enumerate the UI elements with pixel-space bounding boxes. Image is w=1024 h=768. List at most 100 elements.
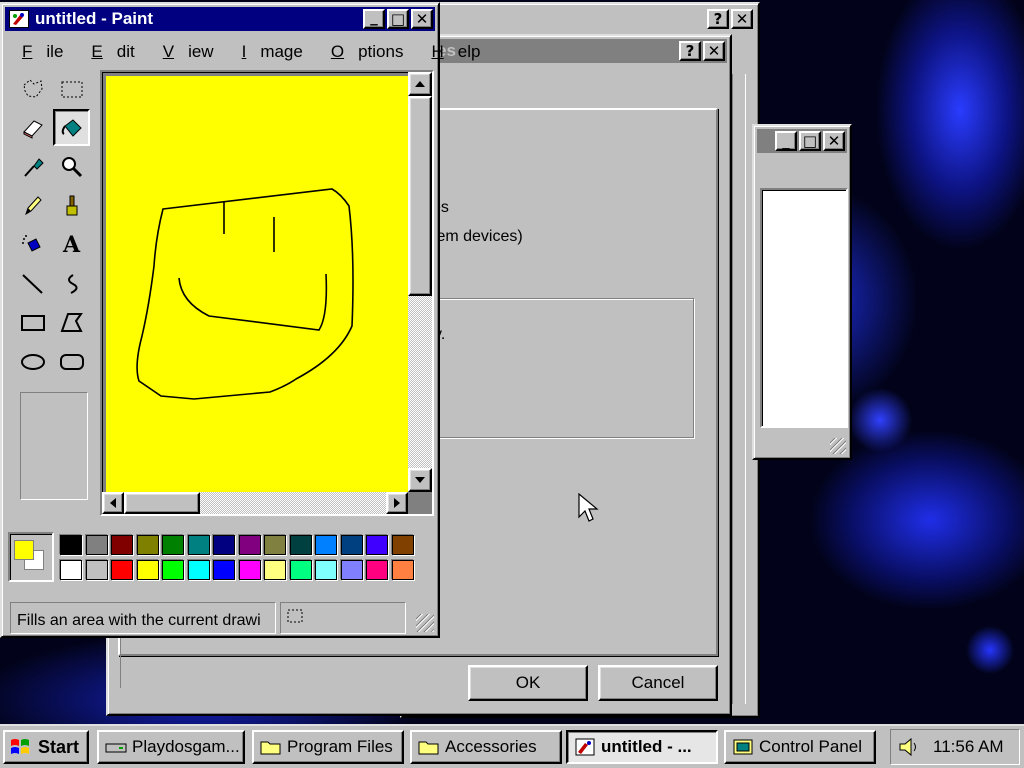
foreground-color-swatch[interactable] xyxy=(14,540,34,560)
palette-color-swatch[interactable] xyxy=(162,535,184,555)
tool-text[interactable]: A xyxy=(53,226,90,263)
menu-help[interactable]: Help xyxy=(417,42,494,62)
tool-fill-with-color[interactable] xyxy=(53,109,90,146)
dialog-text-line2: tem devices) xyxy=(432,228,523,245)
palette-color-swatch[interactable] xyxy=(238,560,261,580)
dialog-close-button[interactable]: ✕ xyxy=(703,41,725,61)
tool-airbrush[interactable] xyxy=(14,226,51,263)
tool-select[interactable] xyxy=(53,70,90,107)
taskbar-item-paint[interactable]: untitled - ... xyxy=(566,730,718,764)
paint-maximize-button[interactable]: □ xyxy=(387,9,409,29)
palette-color-swatch[interactable] xyxy=(60,535,82,555)
dialog-back-help-button[interactable]: ? xyxy=(707,9,729,29)
palette-color-swatch[interactable] xyxy=(366,535,388,555)
tool-pencil[interactable] xyxy=(14,187,51,224)
tool-ellipse[interactable] xyxy=(14,343,51,380)
taskbar-item-accessories[interactable]: Accessories xyxy=(410,730,562,764)
status-text: Fills an area with the current drawi xyxy=(17,612,261,629)
palette-color-swatch[interactable] xyxy=(238,535,261,555)
palette-color-swatch[interactable] xyxy=(60,560,82,580)
taskbar-item-control-panel[interactable]: Control Panel xyxy=(724,730,876,764)
menu-image[interactable]: Image xyxy=(228,42,317,62)
resize-grip[interactable] xyxy=(830,438,846,454)
palette-color-swatch[interactable] xyxy=(187,560,210,580)
palette-color-swatch[interactable] xyxy=(136,535,159,555)
tool-brush[interactable] xyxy=(53,187,90,224)
tool-rectangle[interactable] xyxy=(14,304,51,341)
canvas-vertical-scrollbar[interactable] xyxy=(408,72,432,492)
status-bar-coords xyxy=(280,602,406,634)
taskbar-item-playdosgam[interactable]: Playdosgam... xyxy=(97,730,245,764)
paint-titlebar[interactable]: untitled - Paint _ □ ✕ xyxy=(5,7,435,31)
tool-rounded-rectangle[interactable] xyxy=(53,343,90,380)
ok-button[interactable]: OK xyxy=(468,665,588,701)
small-window-minimize-button[interactable]: _ xyxy=(775,131,797,151)
tool-free-form-select[interactable] xyxy=(14,70,51,107)
free-form-select-icon xyxy=(22,78,43,98)
clock[interactable]: 11:56 AM xyxy=(933,737,1004,757)
paint-close-button[interactable]: ✕ xyxy=(411,9,433,29)
dialog-back-close-button[interactable]: ✕ xyxy=(731,9,753,29)
dialog-help-button[interactable]: ? xyxy=(679,41,701,61)
drawing-canvas[interactable] xyxy=(106,76,408,492)
brush-icon xyxy=(66,195,77,215)
palette-color-swatch[interactable] xyxy=(213,535,235,555)
tool-eraser[interactable] xyxy=(14,109,51,146)
palette-color-swatch[interactable] xyxy=(366,560,388,580)
paint-resize-grip[interactable] xyxy=(416,614,434,632)
scroll-down-button[interactable] xyxy=(408,468,432,492)
palette-color-swatch[interactable] xyxy=(187,535,210,555)
vertical-scroll-thumb[interactable] xyxy=(408,96,432,296)
palette-color-swatch[interactable] xyxy=(289,535,312,555)
taskbar-item-label: Control Panel xyxy=(759,737,863,756)
paint-app-icon[interactable] xyxy=(9,10,29,28)
scroll-right-button[interactable] xyxy=(386,492,408,514)
palette-color-swatch[interactable] xyxy=(289,560,312,580)
menu-view[interactable]: View xyxy=(149,42,228,62)
palette-color-swatch[interactable] xyxy=(340,535,363,555)
palette-color-swatch[interactable] xyxy=(213,560,235,580)
small-window-maximize-button[interactable]: □ xyxy=(799,131,821,151)
cancel-button[interactable]: Cancel xyxy=(598,665,718,701)
paint-window: untitled - Paint _ □ ✕ File Edit View Im… xyxy=(0,2,480,638)
palette-color-swatch[interactable] xyxy=(111,560,133,580)
tool-polygon[interactable] xyxy=(53,304,90,341)
tool-magnifier[interactable] xyxy=(53,148,90,185)
taskbar-item-program-files[interactable]: Program Files xyxy=(252,730,404,764)
menu-edit[interactable]: Edit xyxy=(77,42,148,62)
speaker-icon[interactable] xyxy=(897,736,921,758)
palette-color-swatch[interactable] xyxy=(264,560,286,580)
tool-pick-color[interactable] xyxy=(14,148,51,185)
tool-options-box[interactable] xyxy=(20,392,88,500)
horizontal-scroll-thumb[interactable] xyxy=(124,492,200,514)
palette-color-swatch[interactable] xyxy=(315,560,337,580)
scroll-left-button[interactable] xyxy=(102,492,124,514)
menu-options[interactable]: Options xyxy=(317,42,418,62)
paint-minimize-button[interactable]: _ xyxy=(363,9,385,29)
canvas-horizontal-scrollbar[interactable] xyxy=(102,492,408,514)
palette-color-swatch[interactable] xyxy=(111,535,133,555)
palette-color-swatch[interactable] xyxy=(391,560,414,580)
scroll-up-button[interactable] xyxy=(408,72,432,96)
eraser-icon xyxy=(22,119,43,139)
tool-curve[interactable] xyxy=(53,265,90,302)
palette-color-swatch[interactable] xyxy=(85,535,108,555)
palette-color-swatch[interactable] xyxy=(340,560,363,580)
palette-color-swatch[interactable] xyxy=(136,560,159,580)
palette-color-swatch[interactable] xyxy=(315,535,337,555)
tool-line[interactable] xyxy=(14,265,51,302)
current-colors[interactable] xyxy=(8,532,54,582)
small-window-close-button[interactable]: ✕ xyxy=(823,131,845,151)
system-tray: 11:56 AM xyxy=(890,729,1020,765)
menu-file[interactable]: File xyxy=(8,42,77,62)
text-tool-icon: A xyxy=(62,231,81,258)
start-button[interactable]: Start xyxy=(3,730,89,764)
dialog-back-titlebar[interactable]: ? ✕ xyxy=(405,7,755,31)
palette-color-swatch[interactable] xyxy=(264,535,286,555)
palette-color-swatch[interactable] xyxy=(162,560,184,580)
eyedropper-icon xyxy=(23,157,44,177)
small-window-titlebar[interactable]: _ □ ✕ xyxy=(757,129,847,153)
palette-color-swatch[interactable] xyxy=(391,535,414,555)
palette-color-swatch[interactable] xyxy=(85,560,108,580)
paint-window-title: untitled - Paint xyxy=(35,9,154,28)
